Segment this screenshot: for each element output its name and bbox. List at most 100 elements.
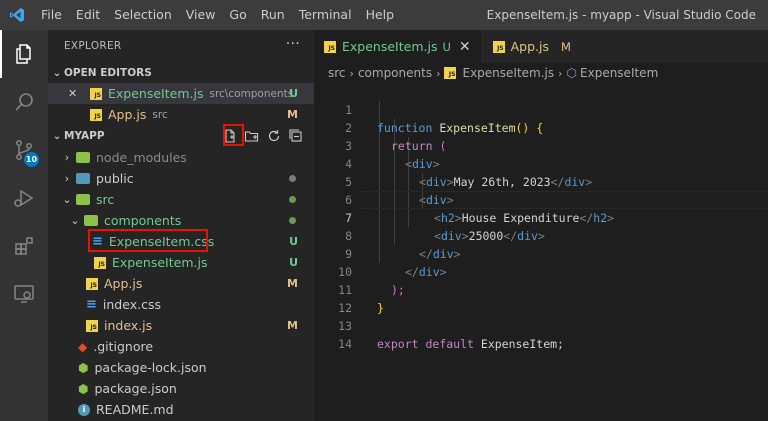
tree-item-package-json[interactable]: ⬢ package.json [48, 378, 314, 399]
tree-item-app-js[interactable]: JS App.js M [48, 273, 314, 294]
open-editors-section[interactable]: ⌄ OPEN EDITORS [48, 62, 314, 84]
code-line: 5 <div> [314, 155, 768, 207]
menu-view[interactable]: View [179, 0, 223, 30]
status-dot [289, 175, 296, 182]
breadcrumb-item[interactable]: components [358, 66, 432, 80]
run-debug-icon[interactable] [0, 174, 48, 222]
activity-bar: 10 [0, 30, 48, 421]
js-file-icon: JS [86, 319, 98, 332]
breadcrumb: src › components › JS ExpenseItem.js › ⬡… [314, 63, 768, 83]
chevron-down-icon: ⌄ [52, 67, 62, 79]
tree-item-src[interactable]: ⌄ src [48, 189, 314, 210]
js-file-icon: JS [90, 87, 102, 100]
css-file-icon: ≡ [86, 297, 97, 312]
menu-help[interactable]: Help [359, 0, 402, 30]
new-folder-icon[interactable] [244, 128, 260, 144]
chevron-right-icon: › [436, 66, 441, 80]
tree-item-expenseitem-js[interactable]: JS ExpenseItem.js U [48, 252, 314, 273]
folder-icon [76, 173, 90, 184]
expenseitem-css-highlight [88, 229, 208, 252]
chevron-down-icon: ⌄ [70, 214, 80, 227]
tree-label: index.js [104, 318, 153, 333]
js-file-icon: JS [444, 67, 457, 79]
code-line: 7 <div>25000</div> [314, 191, 768, 243]
search-icon[interactable] [0, 78, 48, 126]
open-editor-path: src\components [209, 87, 294, 100]
tree-item-index-js[interactable]: JS index.js M [48, 315, 314, 336]
chevron-down-icon: ⌄ [62, 193, 72, 206]
folder-icon [76, 152, 90, 163]
code-token: ExpenseItem; [480, 337, 564, 351]
breadcrumb-item[interactable]: src [328, 66, 346, 80]
title-bar: File Edit Selection View Go Run Terminal… [0, 0, 768, 30]
status-badge: U [289, 87, 298, 100]
code-line: 1 function ExpenseItem() { [314, 83, 768, 135]
tree-item-components[interactable]: ⌄ components [48, 210, 314, 231]
open-editor-item[interactable]: ✕ JS ExpenseItem.js src\components U [48, 83, 314, 104]
tree-item-package-lock[interactable]: ⬢ package-lock.json [48, 357, 314, 378]
status-badge: M [287, 277, 298, 290]
tab-app-js[interactable]: JS App.js M [481, 30, 581, 63]
tree-label: package-lock.json [94, 360, 207, 375]
extensions-icon[interactable] [0, 222, 48, 270]
menu-selection[interactable]: Selection [107, 0, 179, 30]
code-token: default [425, 337, 474, 351]
new-file-highlight [223, 124, 244, 146]
open-editor-path: src [152, 108, 168, 121]
js-file-icon: JS [90, 108, 102, 121]
breadcrumb-item[interactable]: ExpenseItem.js [462, 66, 554, 80]
explorer-title: EXPLORER [64, 40, 122, 52]
menu-file[interactable]: File [34, 0, 69, 30]
tree-item-node-modules[interactable]: › node_modules [48, 147, 314, 168]
status-badge: M [287, 319, 298, 332]
tab-label: App.js [510, 39, 550, 54]
collapse-all-icon[interactable] [288, 128, 304, 144]
open-editors-title: OPEN EDITORS [64, 67, 152, 79]
npm-icon: ⬢ [78, 360, 89, 375]
project-title: MYAPP [64, 130, 105, 142]
status-badge: U [289, 256, 298, 269]
breadcrumb-item[interactable]: ExpenseItem [580, 66, 658, 80]
status-badge: U [289, 235, 298, 248]
tree-label: public [96, 171, 134, 186]
code-line: 13 export default ExpenseItem; [314, 299, 768, 351]
more-actions-icon[interactable]: ··· [286, 36, 300, 52]
status-dot [289, 196, 296, 203]
tree-item-public[interactable]: › public [48, 168, 314, 189]
tree-item-index-css[interactable]: ≡ index.css [48, 294, 314, 315]
chevron-right-icon: › [64, 172, 70, 185]
open-editor-item[interactable]: JS App.js src M [48, 104, 314, 125]
tree-label: package.json [94, 381, 177, 396]
code-line: 14 [314, 317, 768, 351]
tree-item-readme[interactable]: i README.md [48, 399, 314, 420]
remote-explorer-icon[interactable] [0, 270, 48, 318]
close-icon[interactable]: ✕ [68, 87, 90, 100]
js-file-icon: JS [492, 40, 505, 53]
tree-item-gitignore[interactable]: ◆ .gitignore [48, 336, 314, 357]
tab-expenseitem-js[interactable]: JS ExpenseItem.js U ✕ [314, 30, 481, 63]
close-icon[interactable]: ✕ [459, 39, 471, 55]
chevron-right-icon: › [349, 66, 354, 80]
tree-label: index.css [102, 297, 161, 312]
scm-badge: 10 [24, 152, 39, 167]
myapp-section[interactable]: ⌄ MYAPP [48, 125, 314, 147]
npm-icon: ⬢ [78, 381, 89, 396]
source-control-icon[interactable]: 10 [0, 126, 48, 174]
tree-label: README.md [96, 402, 174, 417]
status-dot [289, 217, 296, 224]
menu-run[interactable]: Run [254, 0, 292, 30]
menu-terminal[interactable]: Terminal [292, 0, 359, 30]
folder-open-icon [84, 215, 98, 226]
menu-edit[interactable]: Edit [69, 0, 107, 30]
explorer-icon[interactable] [0, 30, 48, 78]
chevron-down-icon: ⌄ [52, 130, 62, 142]
js-file-icon: JS [324, 40, 336, 53]
refresh-icon[interactable] [266, 128, 282, 144]
tab-status: M [561, 39, 571, 54]
chevron-right-icon: › [64, 151, 70, 164]
code-line: 2 return ( [314, 101, 768, 153]
tab-status: U [442, 39, 451, 54]
code-line: 11 } [314, 263, 768, 315]
menu-go[interactable]: Go [222, 0, 253, 30]
code-line: 3 <div> [314, 119, 768, 171]
